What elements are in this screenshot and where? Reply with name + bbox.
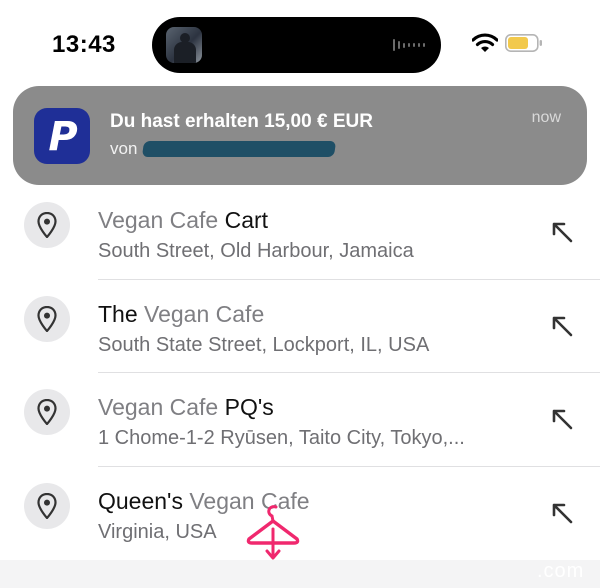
list-item[interactable]: Vegan Cafe Cart South Street, Old Harbou… [0, 185, 600, 278]
map-pin-icon [24, 483, 70, 529]
status-bar: 13:43 [0, 0, 600, 80]
map-pin-icon [24, 389, 70, 435]
result-title-match: Vegan Cafe [144, 301, 265, 327]
notification-body: von [110, 139, 337, 159]
notification-sender-prefix: von [110, 139, 138, 158]
result-title: Vegan Cafe Cart [98, 207, 268, 234]
hanger-logo-icon [246, 505, 300, 560]
fill-arrow-icon[interactable] [551, 221, 573, 243]
result-subtitle: Virginia, USA [98, 521, 217, 543]
result-title: Vegan Cafe PQ's [98, 394, 274, 421]
list-item[interactable]: Vegan Cafe PQ's 1 Chome-1-2 Ryūsen, Tait… [0, 372, 600, 465]
fill-arrow-icon[interactable] [551, 502, 573, 524]
list-item[interactable]: The Vegan Cafe South State Street, Lockp… [0, 279, 600, 372]
dynamic-island[interactable] [152, 17, 441, 73]
result-title-rest: Cart [224, 207, 269, 233]
status-time: 13:43 [52, 31, 116, 58]
audio-waveform-icon [393, 38, 425, 52]
result-title-match: Vegan Cafe [98, 394, 225, 420]
result-title-rest: The [98, 301, 145, 327]
payment-notification[interactable]: P Du hast erhalten 15,00 € EUR von now [13, 86, 587, 185]
result-subtitle: South Street, Old Harbour, Jamaica [98, 240, 414, 262]
result-title-rest: Queen's [98, 488, 190, 514]
paypal-icon: P [34, 108, 90, 164]
result-subtitle: South State Street, Lockport, IL, USA [98, 334, 430, 356]
notification-title: Du hast erhalten 15,00 € EUR [110, 111, 373, 132]
fill-arrow-icon[interactable] [551, 408, 573, 430]
album-art-icon [166, 27, 202, 63]
watermark-text: .com [537, 560, 585, 582]
map-pin-icon [24, 296, 70, 342]
result-subtitle: 1 Chome-1-2 Ryūsen, Taito City, Tokyo,..… [98, 427, 465, 449]
notification-time: now [531, 109, 561, 126]
result-title-match: Vegan Cafe [98, 207, 225, 233]
map-pin-icon [24, 202, 70, 248]
battery-icon [505, 34, 542, 52]
bottom-edge [0, 560, 600, 588]
result-title: The Vegan Cafe [98, 301, 264, 328]
redacted-sender [142, 141, 337, 157]
wifi-icon [472, 33, 498, 52]
result-title-rest: PQ's [224, 394, 274, 420]
fill-arrow-icon[interactable] [551, 315, 573, 337]
